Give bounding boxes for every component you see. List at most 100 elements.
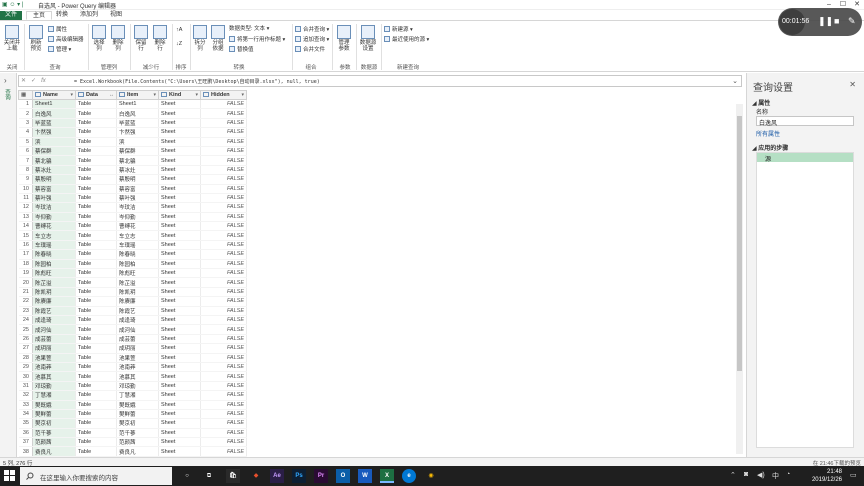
cell-name[interactable]: 成河仙: [32, 324, 76, 335]
advanced-editor-button[interactable]: 高级编辑器: [48, 36, 84, 43]
cell-item[interactable]: 车璞瑶: [116, 240, 159, 251]
tab-transform[interactable]: 转换: [50, 11, 74, 20]
row-number[interactable]: 20: [18, 277, 33, 288]
cell-item[interactable]: 成芸蕾: [116, 334, 159, 345]
cell-data[interactable]: Table: [75, 221, 117, 232]
keep-rows-button[interactable]: 保留 行: [132, 25, 150, 52]
cell-kind[interactable]: Sheet: [158, 230, 201, 241]
close-load-button[interactable]: 关闭并 上载: [2, 25, 22, 52]
excel-icon[interactable]: X: [380, 469, 394, 483]
merge-queries-button[interactable]: 合并查询 ▾: [295, 26, 329, 33]
ime-icon[interactable]: 中: [772, 471, 779, 481]
filter-dropdown-icon[interactable]: ▾: [70, 92, 73, 98]
cell-data[interactable]: Table: [75, 184, 117, 194]
manage-button[interactable]: 管理 ▾: [48, 46, 71, 53]
cell-name[interactable]: 费良凡: [32, 446, 76, 457]
cell-name[interactable]: 池南莽: [32, 362, 76, 373]
cell-kind[interactable]: Sheet: [158, 400, 201, 410]
cell-kind[interactable]: Sheet: [158, 287, 201, 298]
table-row[interactable]: 10 蔡容富 Table 蔡容富 Sheet FALSE: [18, 184, 247, 194]
cell-hidden[interactable]: FALSE: [200, 146, 247, 157]
cell-hidden[interactable]: FALSE: [200, 306, 247, 317]
close-icon[interactable]: ✕: [849, 80, 856, 89]
cell-name[interactable]: 陈园柏: [32, 259, 76, 270]
new-source-button[interactable]: 新建源 ▾: [384, 26, 413, 33]
cell-data[interactable]: Table: [75, 277, 117, 288]
cell-data[interactable]: Table: [75, 108, 117, 119]
row-number[interactable]: 37: [18, 437, 33, 448]
cell-hidden[interactable]: FALSE: [200, 193, 247, 204]
manage-parameters-button[interactable]: 管理 参数: [335, 25, 353, 52]
tab-home[interactable]: 主页: [26, 11, 53, 20]
cell-data[interactable]: Table: [75, 418, 117, 429]
all-properties-link[interactable]: 所有属性: [756, 129, 780, 138]
cell-data[interactable]: Table: [75, 287, 117, 298]
cell-name[interactable]: 岑玟洁: [32, 202, 76, 213]
row-number[interactable]: 6: [18, 146, 33, 157]
row-number[interactable]: 34: [18, 409, 33, 420]
refresh-preview-button[interactable]: 刷新 预览: [27, 25, 45, 52]
ime-mode-icon[interactable]: ◔: [786, 471, 790, 478]
notification-icon[interactable]: ▭: [850, 471, 857, 479]
cell-kind[interactable]: Sheet: [158, 296, 201, 307]
table-row[interactable]: 34 樊鲜蕾 Table 樊鲜蕾 Sheet FALSE: [18, 409, 247, 420]
cell-kind[interactable]: Sheet: [158, 343, 201, 354]
cell-hidden[interactable]: FALSE: [200, 230, 247, 241]
remove-columns-button[interactable]: 删除 列: [109, 25, 127, 52]
cell-data[interactable]: Table: [75, 381, 117, 392]
row-number[interactable]: 2: [18, 108, 33, 119]
cell-item[interactable]: 樊京初: [116, 418, 159, 429]
cell-item[interactable]: 陈凯玥: [116, 287, 159, 298]
system-clock[interactable]: 21:48 2019/12/26: [812, 468, 842, 484]
table-row[interactable]: 9 蔡殷明 Table 蔡殷明 Sheet FALSE: [18, 174, 247, 185]
cell-name[interactable]: 曹缚花: [32, 221, 76, 232]
row-number[interactable]: 22: [18, 296, 33, 307]
cortana-icon[interactable]: ○: [180, 469, 194, 483]
table-row[interactable]: 16 车璞瑶 Table 车璞瑶 Sheet FALSE: [18, 240, 247, 251]
cell-name[interactable]: 邓琼勤: [32, 381, 76, 392]
cell-hidden[interactable]: FALSE: [200, 259, 247, 270]
task-view-icon[interactable]: ⧉: [202, 469, 216, 483]
table-row[interactable]: 3 毕蓝蓝 Table 毕蓝蓝 Sheet FALSE: [18, 118, 247, 129]
table-row[interactable]: 17 陈春晓 Table 陈春晓 Sheet FALSE: [18, 249, 247, 260]
cell-item[interactable]: 池果萱: [116, 353, 159, 363]
cell-item[interactable]: 岑仰勤: [116, 212, 159, 223]
cell-kind[interactable]: Sheet: [158, 428, 201, 439]
row-number[interactable]: 30: [18, 371, 33, 382]
cell-name[interactable]: 池慕其: [32, 371, 76, 382]
cell-name[interactable]: 毕蓝蓝: [32, 118, 76, 129]
cell-name[interactable]: 岑仰勤: [32, 212, 76, 223]
cell-item[interactable]: 丁慧湘: [116, 390, 159, 401]
row-number[interactable]: 24: [18, 315, 33, 326]
edge-icon[interactable]: e: [402, 469, 416, 483]
cell-kind[interactable]: Sheet: [158, 184, 201, 194]
cell-kind[interactable]: Sheet: [158, 371, 201, 382]
cell-hidden[interactable]: FALSE: [200, 334, 247, 345]
after-effects-icon[interactable]: Ae: [270, 469, 284, 483]
cell-data[interactable]: Table: [75, 296, 117, 307]
cell-data[interactable]: Table: [75, 146, 117, 157]
cell-item[interactable]: 蔡殷明: [116, 174, 159, 185]
cell-item[interactable]: 蔡北骗: [116, 155, 159, 166]
cell-name[interactable]: 蔡冰灶: [32, 165, 76, 176]
cell-hidden[interactable]: FALSE: [200, 174, 247, 185]
cell-name[interactable]: 樊京初: [32, 418, 76, 429]
table-row[interactable]: 33 樊既娥 Table 樊既娥 Sheet FALSE: [18, 400, 247, 410]
cell-item[interactable]: 蔡容富: [116, 184, 159, 194]
cell-hidden[interactable]: FALSE: [200, 390, 247, 401]
tab-file[interactable]: 文件: [0, 11, 22, 20]
cell-name[interactable]: Sheet1: [32, 99, 76, 110]
cell-data[interactable]: Table: [75, 212, 117, 223]
cell-hidden[interactable]: FALSE: [200, 343, 247, 354]
cell-item[interactable]: 蔡叶强: [116, 193, 159, 204]
row-number[interactable]: 4: [18, 127, 33, 138]
row-number[interactable]: 33: [18, 400, 33, 410]
table-row[interactable]: 28 池果萱 Table 池果萱 Sheet FALSE: [18, 353, 247, 363]
word-icon[interactable]: W: [358, 469, 372, 483]
cell-hidden[interactable]: FALSE: [200, 184, 247, 194]
cell-item[interactable]: 成逢琦: [116, 315, 159, 326]
cell-kind[interactable]: Sheet: [158, 381, 201, 392]
cell-item[interactable]: 陈彪旺: [116, 268, 159, 279]
cell-name[interactable]: 蔡保群: [32, 146, 76, 157]
pause-icon[interactable]: ❚❚: [818, 16, 833, 27]
